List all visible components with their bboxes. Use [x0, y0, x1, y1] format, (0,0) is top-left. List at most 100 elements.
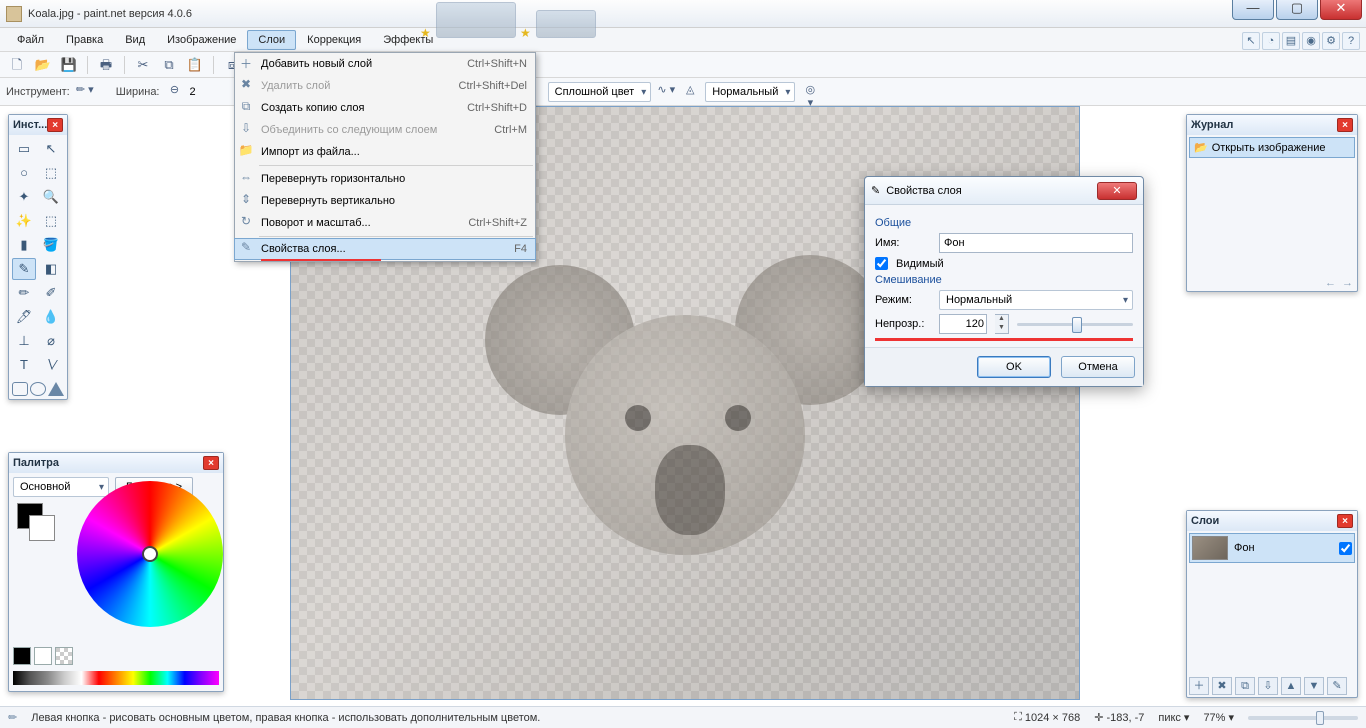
zoom-slider[interactable] — [1248, 716, 1358, 720]
layers-title-bar[interactable]: Слои × — [1187, 511, 1357, 531]
menu-layers[interactable]: Слои — [247, 30, 296, 50]
panel-close-icon[interactable]: × — [203, 456, 219, 470]
recent-swatch[interactable] — [34, 647, 52, 665]
tool-button[interactable]: 🔍 — [39, 186, 63, 208]
maximize-button[interactable]: ▢ — [1276, 0, 1318, 20]
tool-button[interactable]: ∖∕ — [39, 354, 63, 376]
close-button[interactable]: ✕ — [1320, 0, 1362, 20]
layer-visible-checkbox[interactable] — [1339, 542, 1352, 555]
move-down-icon[interactable]: ▼ — [1304, 677, 1324, 695]
panel-close-icon[interactable]: × — [47, 118, 63, 132]
tool-button[interactable]: ⬚ — [39, 162, 63, 184]
cancel-button[interactable]: Отмена — [1061, 356, 1135, 378]
shape-ellipse-icon[interactable] — [30, 382, 46, 396]
tool-button[interactable]: ✨ — [12, 210, 36, 232]
tool-button[interactable]: ◧ — [39, 258, 63, 280]
menu-item[interactable]: 📁Импорт из файла... — [235, 141, 535, 163]
redo-arrow-icon[interactable]: → — [1342, 277, 1353, 289]
opacity-spinner[interactable]: ▲▼ — [995, 314, 1009, 334]
visible-checkbox[interactable] — [875, 257, 888, 270]
menu-item[interactable]: ⧉Создать копию слояCtrl+Shift+D — [235, 97, 535, 119]
color-mode-combo[interactable]: Основной — [13, 477, 109, 497]
opacity-input[interactable] — [939, 314, 987, 334]
pencil-icon[interactable]: ✏ ▾ — [76, 83, 94, 101]
layer-row[interactable]: Фон — [1189, 533, 1355, 563]
layers-window-icon[interactable]: ▤ — [1282, 32, 1300, 50]
save-icon[interactable]: 💾 — [58, 54, 80, 76]
dialog-close-button[interactable]: ✕ — [1097, 182, 1137, 200]
color-strip[interactable] — [13, 671, 219, 685]
tools-window-icon[interactable]: ↖ — [1242, 32, 1260, 50]
history-window-icon[interactable]: ◔ — [1262, 32, 1280, 50]
status-units[interactable]: пикс ▾ — [1158, 711, 1189, 724]
undo-arrow-icon[interactable]: ← — [1325, 277, 1336, 289]
palette-title-bar[interactable]: Палитра × — [9, 453, 223, 473]
tool-button[interactable]: ▮ — [12, 234, 36, 256]
document-thumb[interactable] — [436, 2, 516, 38]
menu-item[interactable]: ⇕Перевернуть вертикально — [235, 190, 535, 212]
opacity-slider[interactable] — [1017, 315, 1133, 333]
panel-close-icon[interactable]: × — [1337, 514, 1353, 528]
merge-down-icon[interactable]: ⇩ — [1258, 677, 1278, 695]
alpha-icon[interactable]: ◎ ▾ — [801, 83, 819, 101]
add-layer-icon[interactable]: ＋ — [1189, 677, 1209, 695]
shape-rect-icon[interactable] — [12, 382, 28, 396]
shape-triangle-icon[interactable] — [48, 382, 64, 396]
document-thumb[interactable] — [536, 10, 596, 38]
menu-item[interactable]: ⇔Перевернуть горизонтально — [235, 168, 535, 190]
tool-button[interactable]: T — [12, 354, 36, 376]
help-icon[interactable]: ? — [1342, 32, 1360, 50]
tool-button[interactable]: ⬚ — [39, 210, 63, 232]
curve-icon[interactable]: ∿ ▾ — [657, 83, 675, 101]
tools-panel-title[interactable]: Инст... × — [9, 115, 67, 135]
menu-item[interactable]: ↻Поворот и масштаб...Ctrl+Shift+Z — [235, 212, 535, 234]
tool-button[interactable]: ✦ — [12, 186, 36, 208]
print-icon[interactable]: 🖶 — [95, 54, 117, 76]
dialog-title-bar[interactable]: ✎ Свойства слоя ✕ — [865, 177, 1143, 205]
new-icon[interactable]: 🗋 — [6, 54, 28, 76]
history-title-bar[interactable]: Журнал × — [1187, 115, 1357, 135]
status-zoom[interactable]: 77% ▾ — [1203, 711, 1234, 724]
blend-mode-combo[interactable]: Нормальный — [705, 82, 795, 102]
layer-properties-icon[interactable]: ✎ — [1327, 677, 1347, 695]
menu-adjust[interactable]: Коррекция — [296, 30, 372, 50]
tool-button[interactable]: ✏ — [12, 282, 36, 304]
secondary-swatch[interactable] — [29, 515, 55, 541]
menu-edit[interactable]: Правка — [55, 30, 114, 50]
color-wheel[interactable] — [77, 481, 223, 627]
tool-button[interactable]: ↖ — [39, 138, 63, 160]
recent-swatch[interactable] — [13, 647, 31, 665]
tool-button[interactable]: ⌀ — [39, 330, 63, 352]
menu-image[interactable]: Изображение — [156, 30, 247, 50]
minimize-button[interactable]: — — [1232, 0, 1274, 20]
menu-item[interactable]: ＋Добавить новый слойCtrl+Shift+N — [235, 53, 535, 75]
ok-button[interactable]: OK — [977, 356, 1051, 378]
open-icon[interactable]: 📂 — [32, 54, 54, 76]
delete-layer-icon[interactable]: ✖ — [1212, 677, 1232, 695]
settings-icon[interactable]: ⚙ — [1322, 32, 1340, 50]
duplicate-layer-icon[interactable]: ⧉ — [1235, 677, 1255, 695]
antialias-icon[interactable]: ◬ — [681, 83, 699, 101]
panel-close-icon[interactable]: × — [1337, 118, 1353, 132]
minus-icon[interactable]: ⊖ — [166, 83, 184, 101]
menu-view[interactable]: Вид — [114, 30, 156, 50]
blend-mode-select[interactable]: Нормальный — [939, 290, 1133, 310]
tool-button[interactable]: 🪣 — [39, 234, 63, 256]
layer-name-input[interactable] — [939, 233, 1133, 253]
move-up-icon[interactable]: ▲ — [1281, 677, 1301, 695]
copy-icon[interactable]: ⧉ — [158, 54, 180, 76]
swatches[interactable] — [17, 503, 57, 543]
paste-icon[interactable]: 📋 — [184, 54, 206, 76]
history-item[interactable]: 📂 Открыть изображение — [1189, 137, 1355, 158]
menu-file[interactable]: Файл — [6, 30, 55, 50]
tool-button[interactable]: ⊥ — [12, 330, 36, 352]
cut-icon[interactable]: ✂ — [132, 54, 154, 76]
transparent-swatch[interactable] — [55, 647, 73, 665]
tool-button[interactable]: ✎ — [12, 258, 36, 280]
colors-window-icon[interactable]: ◉ — [1302, 32, 1320, 50]
menu-item[interactable]: ✎Свойства слоя...F4 — [234, 238, 536, 260]
tool-button[interactable]: 🖊 — [12, 306, 36, 328]
fill-style-combo[interactable]: Сплошной цвет — [548, 82, 652, 102]
tool-button[interactable]: ✐ — [39, 282, 63, 304]
tool-button[interactable]: 💧 — [39, 306, 63, 328]
